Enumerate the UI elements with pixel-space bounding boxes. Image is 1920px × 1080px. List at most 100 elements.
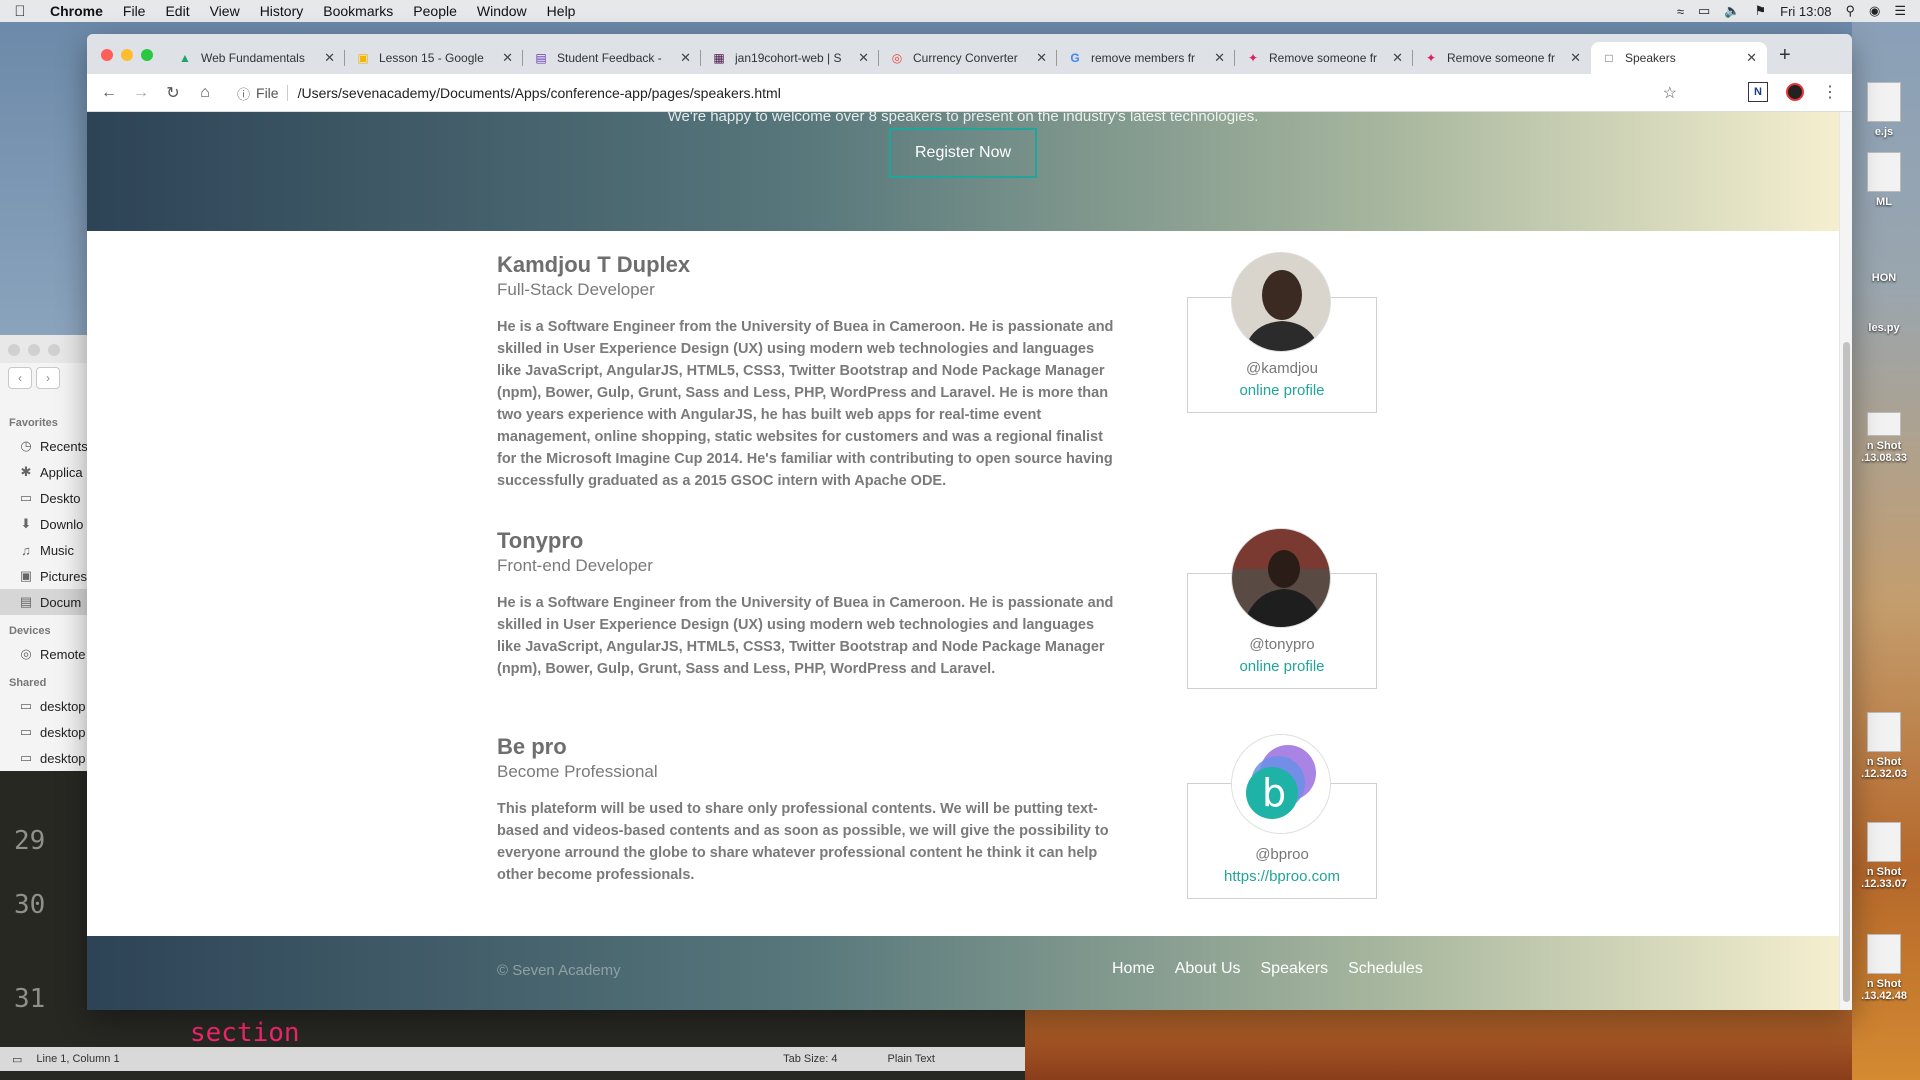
footer-link-about[interactable]: About Us [1175, 960, 1241, 978]
desktop-file[interactable]: HON [1856, 272, 1912, 284]
new-tab-button[interactable]: + [1779, 44, 1791, 67]
forward-arrow-icon[interactable]: → [125, 84, 157, 102]
spotlight-search-icon[interactable]: ⚲ [1845, 3, 1855, 19]
zoom-window-button[interactable] [48, 344, 60, 356]
close-tab-icon[interactable]: ✕ [858, 50, 869, 66]
flag-icon[interactable]: ⚑ [1755, 3, 1767, 19]
info-icon[interactable]: ⓘ [237, 84, 250, 103]
close-tab-icon[interactable]: ✕ [1570, 50, 1581, 66]
apple-menu-icon[interactable]:  [0, 3, 40, 20]
notification-center-icon[interactable]: ☰ [1894, 3, 1906, 19]
minimize-window-button[interactable] [121, 49, 133, 61]
url-text[interactable]: /Users/sevenacademy/Documents/Apps/confe… [298, 85, 781, 101]
scrollbar-thumb[interactable] [1843, 342, 1850, 1002]
footer-link-home[interactable]: Home [1112, 960, 1155, 978]
website-link[interactable]: https://bproo.com [1188, 868, 1376, 885]
browser-tab[interactable]: ◎ Currency Converter ✕ [879, 42, 1057, 74]
sidebar-item-downloads[interactable]: ⬇ Downlo [0, 511, 89, 537]
zoom-window-button[interactable] [141, 49, 153, 61]
footer-link-speakers[interactable]: Speakers [1261, 960, 1329, 978]
online-profile-link[interactable]: online profile [1188, 382, 1376, 399]
wifi-icon[interactable]: ≈ [1677, 4, 1684, 19]
monitor-icon[interactable]: ▭ [12, 1053, 22, 1066]
sidebar-item-shared[interactable]: ▭ desktop [0, 693, 89, 719]
back-button[interactable]: ‹ [8, 367, 32, 389]
menu-help[interactable]: Help [537, 3, 586, 19]
airplay-icon[interactable]: ▭ [1698, 3, 1710, 19]
footer-link-schedules[interactable]: Schedules [1348, 960, 1423, 978]
tab-size-selector[interactable]: Tab Size: 4 [783, 1053, 837, 1065]
page-scrollbar[interactable] [1839, 112, 1852, 1010]
menu-window[interactable]: Window [467, 3, 537, 19]
browser-tab[interactable]: ✦ Remove someone fr ✕ [1235, 42, 1413, 74]
sidebar-item-pictures[interactable]: ▣ Pictures [0, 563, 89, 589]
minimize-window-button[interactable] [28, 344, 40, 356]
close-tab-icon[interactable]: ✕ [680, 50, 691, 66]
close-tab-icon[interactable]: ✕ [324, 50, 335, 66]
profile-avatar-icon[interactable] [1786, 83, 1804, 101]
clock-text[interactable]: Fri 13:08 [1780, 4, 1831, 19]
browser-tab[interactable]: ▣ Lesson 15 - Google ✕ [345, 42, 523, 74]
desktop-file[interactable]: n Shot .12.33.07 [1856, 822, 1912, 890]
tab-title: Speakers [1625, 51, 1676, 65]
slack-icon: ✦ [1247, 51, 1259, 65]
macos-menu-bar:  Chrome File Edit View History Bookmark… [0, 0, 1920, 22]
browser-tab[interactable]: ▦ jan19cohort-web | S ✕ [701, 42, 879, 74]
online-profile-link[interactable]: online profile [1188, 658, 1376, 675]
editor-status-bar: ▭ Line 1, Column 1 Tab Size: 4 Plain Tex… [0, 1047, 1025, 1071]
forward-button[interactable]: › [36, 367, 60, 389]
close-tab-icon[interactable]: ✕ [502, 50, 513, 66]
sidebar-item-remote-disc[interactable]: ◎ Remote [0, 641, 89, 667]
browser-tab-active[interactable]: □ Speakers ✕ [1591, 42, 1767, 74]
menu-app-name[interactable]: Chrome [40, 3, 113, 19]
sidebar-item-documents[interactable]: ▤ Docum [0, 589, 89, 615]
sidebar-item-desktop[interactable]: ▭ Deskto [0, 485, 89, 511]
browser-tab[interactable]: G remove members fr ✕ [1057, 42, 1235, 74]
sidebar-item-shared[interactable]: ▭ desktop [0, 719, 89, 745]
monitor-icon: ▭ [19, 698, 33, 713]
close-tab-icon[interactable]: ✕ [1036, 50, 1047, 66]
sidebar-item-recents[interactable]: ◷ Recents [0, 433, 89, 459]
menu-edit[interactable]: Edit [155, 3, 199, 19]
close-tab-icon[interactable]: ✕ [1746, 50, 1757, 66]
company-logo: b [1231, 734, 1331, 834]
reload-icon[interactable]: ↻ [157, 83, 189, 103]
browser-tab[interactable]: ✦ Remove someone fr ✕ [1413, 42, 1591, 74]
browser-tab[interactable]: ▲ Web Fundamentals ✕ [167, 42, 345, 74]
sidebar-item-label: Applica [40, 464, 83, 480]
desktop-file[interactable]: n Shot .13.42.48 [1856, 934, 1912, 1002]
register-now-button[interactable]: Register Now [889, 128, 1037, 178]
desktop-file[interactable]: ML [1856, 152, 1912, 208]
siri-icon[interactable]: ◉ [1869, 3, 1880, 19]
close-tab-icon[interactable]: ✕ [1392, 50, 1403, 66]
desktop-file[interactable]: les.py [1856, 322, 1912, 334]
sidebar-item-applications[interactable]: ✱ Applica [0, 459, 89, 485]
menu-people[interactable]: People [403, 3, 467, 19]
volume-icon[interactable]: 🔈 [1724, 3, 1740, 19]
sidebar-item-label: Remote [40, 646, 86, 662]
sidebar-item-music[interactable]: ♫ Music [0, 537, 89, 563]
browser-tab[interactable]: ▤ Student Feedback - ✕ [523, 42, 701, 74]
desktop-file[interactable]: e.js [1856, 82, 1912, 138]
syntax-selector[interactable]: Plain Text [888, 1053, 936, 1065]
home-icon[interactable]: ⌂ [189, 84, 221, 102]
code-keyword[interactable]: section [190, 1018, 300, 1048]
menu-view[interactable]: View [200, 3, 250, 19]
menu-bookmarks[interactable]: Bookmarks [313, 3, 403, 19]
desktop-file[interactable]: n Shot .13.08.33 [1856, 412, 1912, 464]
speaker-name: Kamdjou T Duplex [497, 252, 691, 277]
music-icon: ♫ [21, 542, 31, 558]
menu-file[interactable]: File [113, 3, 156, 19]
address-bar[interactable]: ⓘ File /Users/sevenacademy/Documents/App… [227, 78, 1687, 108]
extension-n-icon[interactable]: N [1748, 82, 1768, 102]
close-window-button[interactable] [101, 49, 113, 61]
menu-history[interactable]: History [250, 3, 314, 19]
bookmark-star-icon[interactable]: ☆ [1663, 83, 1677, 103]
close-tab-icon[interactable]: ✕ [1214, 50, 1225, 66]
close-window-button[interactable] [8, 344, 20, 356]
more-menu-icon[interactable]: ⋮ [1822, 82, 1838, 102]
sidebar-item-shared[interactable]: ▭ desktop [0, 745, 89, 771]
desktop-file[interactable]: n Shot .12.32.03 [1856, 712, 1912, 780]
back-arrow-icon[interactable]: ← [93, 84, 125, 102]
tab-title: Student Feedback - [557, 51, 662, 65]
